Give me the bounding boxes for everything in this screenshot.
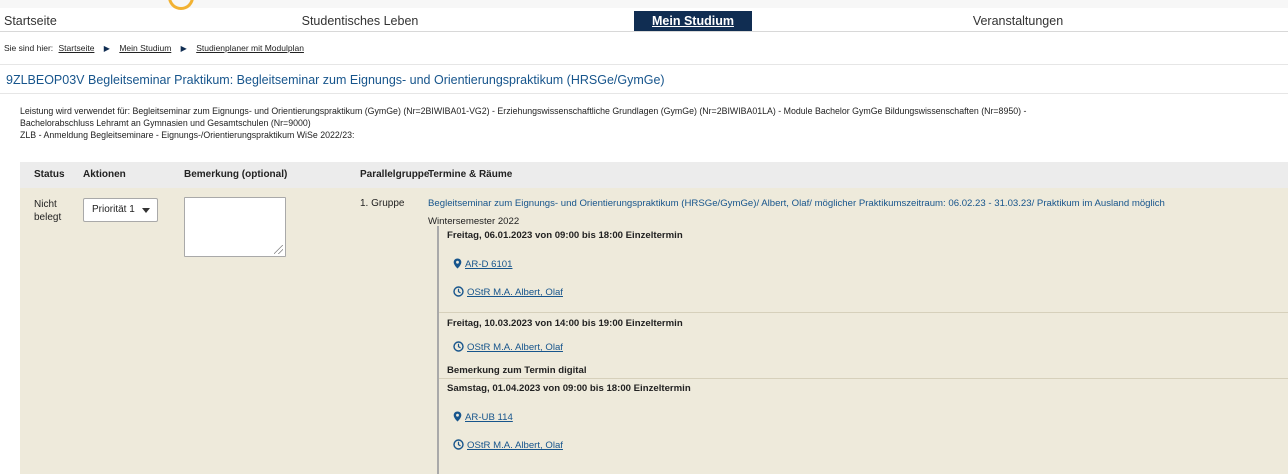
lecturer-entry-3: OStR M.A. Albert, Olaf [453,439,563,451]
clock-icon [453,439,464,450]
nav-divider [0,31,1288,32]
header-status: Status [34,169,65,180]
room-link[interactable]: AR-UB 114 [465,412,513,423]
header-bemerkung: Bemerkung (optional) [184,169,288,180]
nav-item-mein-studium[interactable]: Mein Studium [634,11,752,31]
chevron-right-icon: ▶ [103,44,110,53]
breadcrumb-studienplaner[interactable]: Studienplaner mit Modulplan [196,43,304,53]
caret-down-icon [142,208,150,213]
table-header: Status Aktionen Bemerkung (optional) Par… [20,162,1288,188]
module-title: 9ZLBEOP03V Begleitseminar Praktikum: Beg… [0,64,1288,94]
date-entry-1: Freitag, 06.01.2023 von 09:00 bis 18:00 … [447,230,683,241]
status-text: belegt [34,212,62,223]
info-line: Bachelorabschluss Lehramt an Gymnasien u… [20,118,311,128]
semester-label: Wintersemester 2022 [428,216,520,227]
breadcrumb-startseite[interactable]: Startseite [59,43,95,53]
breadcrumb: Sie sind hier: Startseite ▶ Mein Studium… [4,43,304,53]
info-line: ZLB - Anmeldung Begleitseminare - Eignun… [20,130,355,140]
status-text: Nicht [34,199,57,210]
course-title-link[interactable]: Begleitseminar zum Eignungs- und Orienti… [428,198,1165,209]
date-separator [439,312,1288,313]
top-navigation: Startseite Studentisches Leben Mein Stud… [0,0,1288,32]
room-entry-3: AR-UB 114 [453,411,513,423]
breadcrumb-prefix: Sie sind hier: [4,43,54,53]
lecturer-entry-1: OStR M.A. Albert, Olaf [453,286,563,298]
info-line: Leistung wird verwendet für: Begleitsemi… [20,106,1027,116]
parallel-group: 1. Gruppe [360,198,405,209]
remark-textarea[interactable] [184,197,286,257]
chevron-right-icon: ▶ [180,44,187,53]
breadcrumb-mein-studium[interactable]: Mein Studium [119,43,171,53]
clock-icon [453,341,464,352]
date-separator [439,378,1288,379]
header-aktionen: Aktionen [83,169,126,180]
status-cell: Nicht belegt [34,198,84,224]
lecturer-link[interactable]: OStR M.A. Albert, Olaf [467,440,563,451]
map-pin-icon [453,258,462,269]
resize-handle-icon[interactable] [274,245,283,254]
date-entry-3: Samstag, 01.04.2023 von 09:00 bis 18:00 … [447,383,691,394]
priority-value: Priorität 1 [92,204,135,215]
table-row: Nicht belegt Priorität 1 1. Gruppe Begle… [20,188,1288,474]
dates-divider-bar [437,226,439,474]
nav-item-veranstaltungen[interactable]: Veranstaltungen [958,11,1078,31]
header-parallelgruppe: Parallelgruppe [360,169,430,180]
lecturer-link[interactable]: OStR M.A. Albert, Olaf [467,342,563,353]
header-termine-raeume: Termine & Räume [428,169,513,180]
room-entry-1: AR-D 6101 [453,258,512,270]
clock-icon [453,286,464,297]
lecturer-link[interactable]: OStR M.A. Albert, Olaf [467,287,563,298]
nav-item-startseite[interactable]: Startseite [4,11,68,31]
date-remark: Bemerkung zum Termin digital [447,365,587,376]
map-pin-icon [453,411,462,422]
lecturer-entry-2: OStR M.A. Albert, Olaf [453,341,563,353]
nav-item-studentisches-leben[interactable]: Studentisches Leben [300,11,420,31]
date-entry-2: Freitag, 10.03.2023 von 14:00 bis 19:00 … [447,318,683,329]
logo-arc [168,0,194,10]
room-link[interactable]: AR-D 6101 [465,259,512,270]
priority-select[interactable]: Priorität 1 [83,198,158,222]
registration-table: Status Aktionen Bemerkung (optional) Par… [20,162,1288,474]
module-usage-info: Leistung wird verwendet für: Begleitsemi… [20,105,1286,141]
